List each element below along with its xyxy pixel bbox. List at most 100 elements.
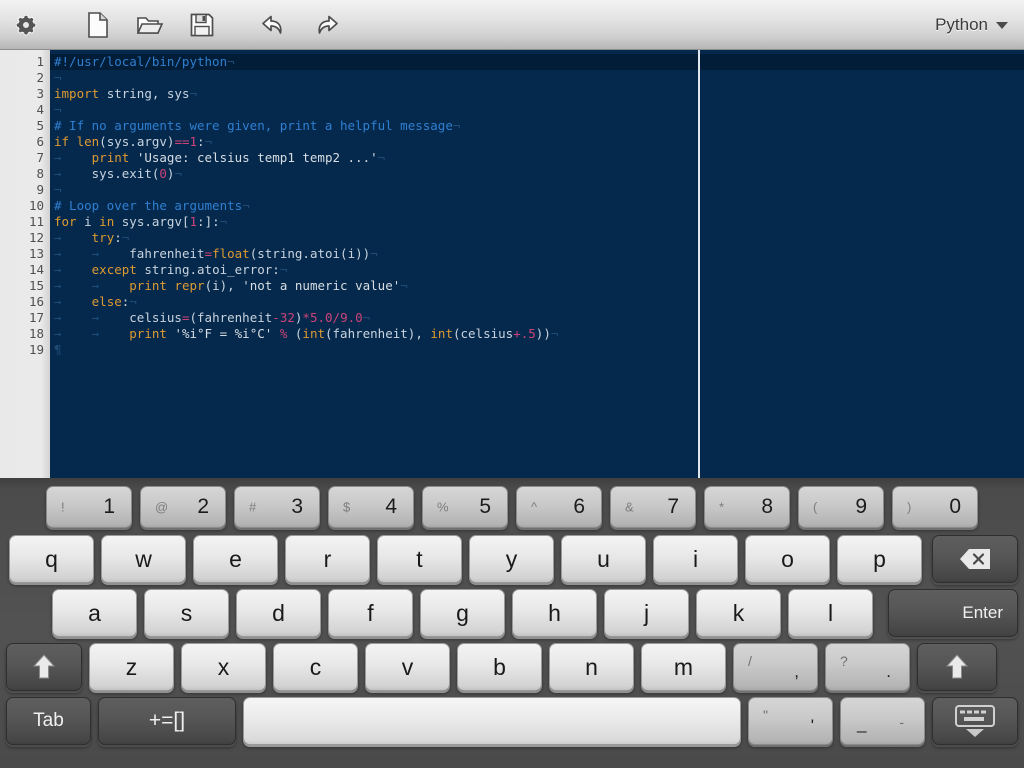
redo-button[interactable] bbox=[300, 3, 352, 47]
code-line[interactable]: → sys.exit(0)¬ bbox=[50, 166, 1024, 182]
code-line[interactable]: ¶ bbox=[50, 342, 1024, 358]
code-line[interactable]: # Loop over the arguments¬ bbox=[50, 198, 1024, 214]
undo-button[interactable] bbox=[248, 3, 300, 47]
number-key-7[interactable]: & 7 bbox=[610, 486, 696, 528]
number-key-2[interactable]: @2 bbox=[140, 486, 226, 528]
line-number: 4 bbox=[36, 102, 44, 117]
question-period-key[interactable]: ? . bbox=[825, 643, 910, 691]
code-line[interactable]: → → print '%i°F = %i°C' % (int(fahrenhei… bbox=[50, 326, 1024, 342]
slash-comma-key[interactable]: / , bbox=[733, 643, 818, 691]
number-key-9[interactable]: (9 bbox=[798, 486, 884, 528]
letter-key-l[interactable]: l bbox=[788, 589, 873, 637]
code-line[interactable]: → → print repr(i), 'not a numeric value'… bbox=[50, 278, 1024, 294]
language-selector[interactable]: Python bbox=[929, 0, 1014, 50]
letter-key-n[interactable]: n bbox=[549, 643, 634, 691]
hide-keyboard-key[interactable] bbox=[932, 697, 1018, 745]
letter-key-r[interactable]: r bbox=[285, 535, 370, 583]
code-line[interactable]: # If no arguments were given, print a he… bbox=[50, 118, 1024, 134]
save-file-button[interactable] bbox=[176, 3, 228, 47]
line-number: 16 bbox=[28, 294, 44, 309]
letter-label: e bbox=[229, 545, 242, 572]
code-line[interactable]: ¬ bbox=[50, 102, 1024, 118]
number-label: 2 bbox=[197, 495, 209, 518]
dash-key[interactable]: _ - bbox=[840, 697, 925, 745]
letter-key-z[interactable]: z bbox=[89, 643, 174, 691]
letter-key-j[interactable]: j bbox=[604, 589, 689, 637]
quote-key[interactable]: " ' bbox=[748, 697, 833, 745]
letter-key-i[interactable]: i bbox=[653, 535, 738, 583]
code-editor[interactable]: 1 2 3 4 5 6 7 8 9 10 11 12 13 14 15 16 17 18 19 #!/usr/loc… bbox=[0, 50, 1024, 478]
code-line[interactable]: if len(sys.argv)==1:¬ bbox=[50, 134, 1024, 150]
letter-key-e[interactable]: e bbox=[193, 535, 278, 583]
enter-key[interactable]: Enter bbox=[888, 589, 1018, 637]
number-key-1[interactable]: ! 1 bbox=[46, 486, 132, 528]
number-key-0[interactable]: ) 0 bbox=[892, 486, 978, 528]
letter-key-f[interactable]: f bbox=[328, 589, 413, 637]
code-line[interactable]: → → celsius=(fahrenheit-32)*5.0/9.0¬ bbox=[50, 310, 1024, 326]
shift-symbol-label: ^ bbox=[531, 499, 538, 515]
redo-arrow-icon bbox=[311, 12, 341, 38]
code-content[interactable]: #!/usr/local/bin/python¬ ¬ import string, … bbox=[50, 50, 1024, 478]
line-number: 10 bbox=[28, 198, 44, 213]
code-line[interactable]: #!/usr/local/bin/python¬ bbox=[50, 54, 1024, 70]
shift-symbol-label: ( bbox=[813, 499, 818, 515]
letter-label: p bbox=[873, 545, 886, 572]
letter-label: t bbox=[416, 545, 423, 572]
code-line[interactable]: ¬ bbox=[50, 70, 1024, 86]
letter-key-k[interactable]: k bbox=[696, 589, 781, 637]
symbols-key[interactable]: +=[] bbox=[98, 697, 236, 745]
number-key-3[interactable]: #3 bbox=[234, 486, 320, 528]
number-key-4[interactable]: $4 bbox=[328, 486, 414, 528]
letter-label: o bbox=[781, 545, 794, 572]
letter-key-x[interactable]: x bbox=[181, 643, 266, 691]
letter-label: u bbox=[597, 545, 610, 572]
letter-label: z bbox=[125, 653, 138, 680]
code-line[interactable]: ¬ bbox=[50, 182, 1024, 198]
code-line[interactable]: → try:¬ bbox=[50, 230, 1024, 246]
line-number: 3 bbox=[36, 86, 44, 101]
letter-key-m[interactable]: m bbox=[641, 643, 726, 691]
letter-key-v[interactable]: v bbox=[365, 643, 450, 691]
code-line[interactable]: → print 'Usage: celsius temp1 temp2 ...'… bbox=[50, 150, 1024, 166]
letter-key-g[interactable]: g bbox=[420, 589, 505, 637]
letter-key-h[interactable]: h bbox=[512, 589, 597, 637]
tab-label: Tab bbox=[33, 710, 64, 731]
line-number: 12 bbox=[28, 230, 44, 245]
settings-button[interactable] bbox=[0, 3, 52, 47]
number-key-6[interactable]: ^ 6 bbox=[516, 486, 602, 528]
code-line[interactable]: import string, sys¬ bbox=[50, 86, 1024, 102]
letter-label: y bbox=[505, 545, 518, 572]
number-key-5[interactable]: % 5 bbox=[422, 486, 508, 528]
question-label: ? bbox=[840, 653, 848, 669]
single-quote-label: ' bbox=[810, 716, 814, 735]
backspace-key[interactable] bbox=[932, 535, 1018, 583]
letter-label: l bbox=[827, 599, 834, 626]
code-line[interactable]: → except string.atoi_error:¬ bbox=[50, 262, 1024, 278]
double-quote-label: " bbox=[763, 707, 768, 723]
new-file-button[interactable] bbox=[72, 3, 124, 47]
shift-right-key[interactable] bbox=[917, 643, 997, 691]
letter-key-b[interactable]: b bbox=[457, 643, 542, 691]
letter-key-u[interactable]: u bbox=[561, 535, 646, 583]
letter-key-a[interactable]: a bbox=[52, 589, 137, 637]
letter-key-o[interactable]: o bbox=[745, 535, 830, 583]
code-line[interactable]: → → fahrenheit=float(string.atoi(i))¬ bbox=[50, 246, 1024, 262]
code-line[interactable]: for i in sys.argv[1:]:¬ bbox=[50, 214, 1024, 230]
letter-key-c[interactable]: c bbox=[273, 643, 358, 691]
letter-key-y[interactable]: y bbox=[469, 535, 554, 583]
symbols-label: +=[] bbox=[148, 709, 186, 732]
open-file-button[interactable] bbox=[124, 3, 176, 47]
number-key-8[interactable]: * 8 bbox=[704, 486, 790, 528]
letter-key-s[interactable]: s bbox=[144, 589, 229, 637]
letter-key-d[interactable]: d bbox=[236, 589, 321, 637]
tab-key[interactable]: Tab bbox=[6, 697, 91, 745]
letter-key-p[interactable]: p bbox=[837, 535, 922, 583]
shift-up-arrow-icon bbox=[31, 653, 57, 681]
letter-key-w[interactable]: w bbox=[101, 535, 186, 583]
space-key[interactable] bbox=[243, 697, 741, 745]
code-line[interactable]: → else:¬ bbox=[50, 294, 1024, 310]
letter-key-q[interactable]: q bbox=[9, 535, 94, 583]
letter-key-t[interactable]: t bbox=[377, 535, 462, 583]
gear-icon bbox=[13, 12, 39, 38]
shift-left-key[interactable] bbox=[6, 643, 82, 691]
